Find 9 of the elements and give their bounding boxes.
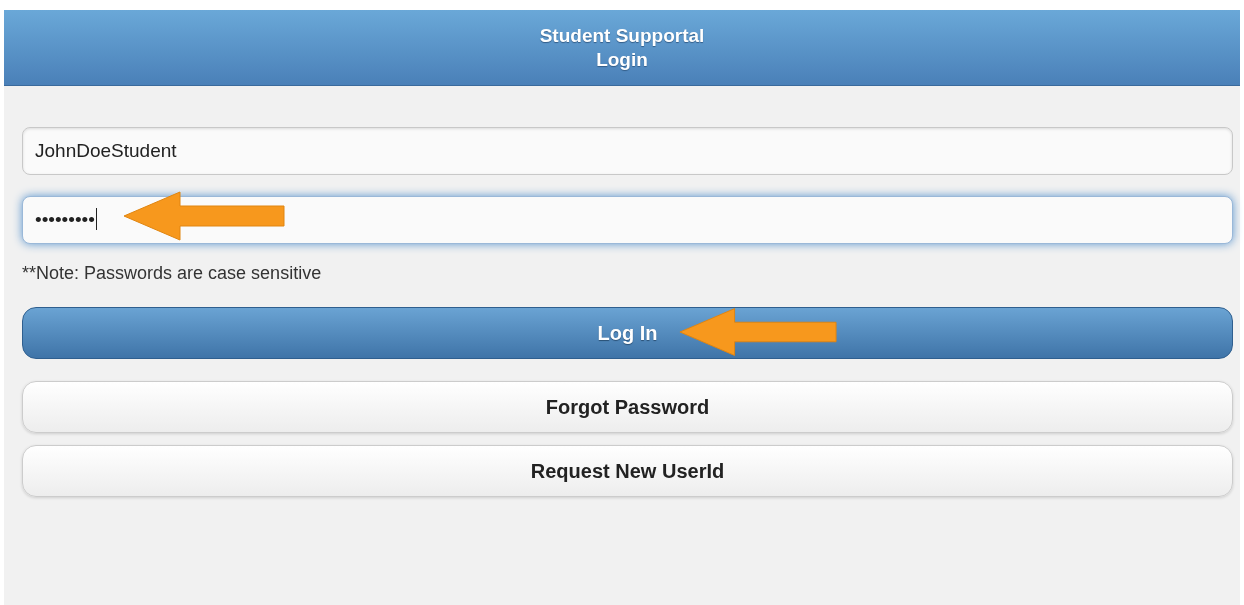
text-cursor	[96, 208, 98, 230]
login-button[interactable]: Log In	[22, 307, 1233, 359]
page-title: Login	[596, 47, 648, 72]
note-text: **Note: Passwords are case sensitive	[22, 263, 323, 284]
action-button[interactable]: Forgot Password	[22, 381, 1233, 433]
action-button[interactable]: Request New UserId	[22, 445, 1233, 497]
input-field[interactable]: JohnDoeStudent	[22, 127, 1233, 175]
input-field[interactable]: •••••••••	[22, 196, 1233, 244]
app-title: Student Supportal	[539, 23, 705, 48]
